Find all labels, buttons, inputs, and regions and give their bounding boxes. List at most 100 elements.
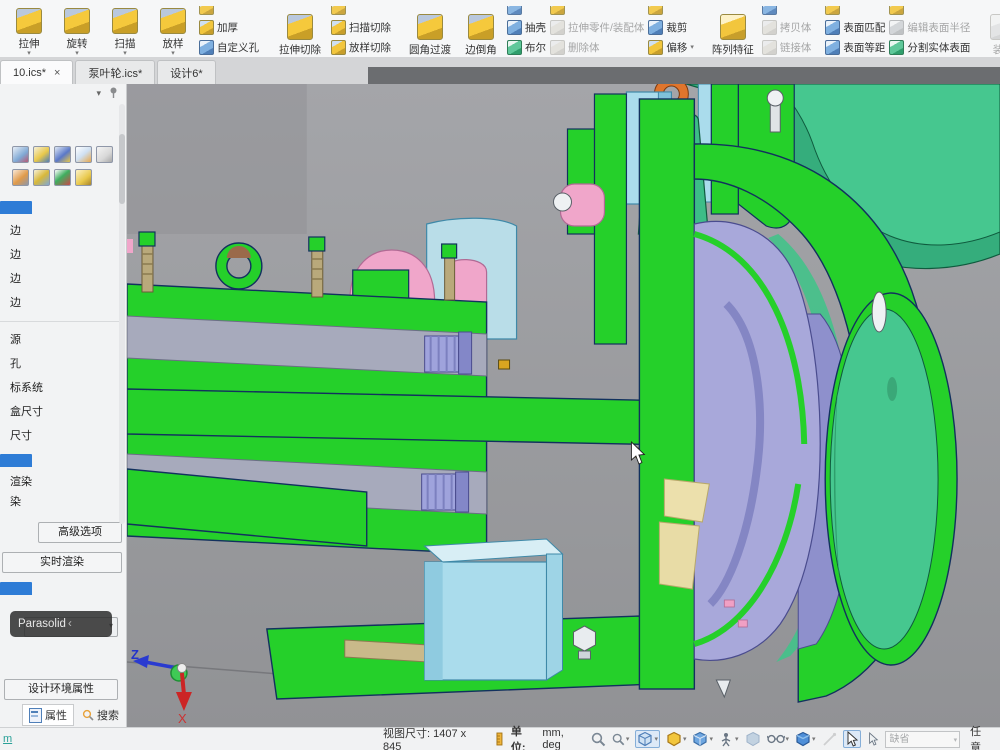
loft-cut-button[interactable]: 放样切除 (331, 37, 391, 57)
ribbon-toolbar: 拉伸 ▾ 旋转 ▾ 扫描 ▾ 放样 ▾ 加厚 自定义孔 (0, 0, 1000, 58)
snap-mode-label[interactable]: 任意 (970, 723, 992, 750)
clipped-button[interactable] (648, 6, 693, 17)
pin-icon[interactable] (109, 87, 118, 99)
tab-label: 10.ics* (13, 67, 46, 79)
zoom-out-icon[interactable]: ▾ (612, 733, 630, 746)
chevron-down-icon[interactable]: ▾ (654, 735, 658, 743)
trim-button[interactable]: 裁剪 (648, 17, 693, 37)
tab-10ics[interactable]: 10.ics* × (0, 60, 73, 84)
tab-search[interactable]: 搜索 (76, 705, 125, 725)
tree-item[interactable]: 孔 (0, 352, 126, 376)
chamfer-label: 边倒角 (465, 42, 497, 57)
ribbon-group-assembly: 装配 解除装配 (977, 0, 1000, 57)
material-shield-icon[interactable] (54, 146, 71, 163)
chevron-down-icon[interactable]: ▾ (690, 43, 694, 51)
tree-item-selected[interactable] (0, 453, 126, 467)
regenerate-icon[interactable] (33, 146, 50, 163)
pattern-feature-button[interactable]: 阵列特征 (706, 0, 760, 57)
boolean-icon (507, 40, 522, 55)
clipped-button[interactable] (199, 6, 259, 17)
cursor-arrow-icon[interactable] (867, 732, 879, 746)
shell-button[interactable]: 抽壳 (507, 17, 546, 37)
viewport-canvas[interactable]: Z X (127, 84, 1000, 728)
scrollbar-thumb[interactable] (119, 134, 125, 204)
tree-item[interactable]: 边 (0, 267, 126, 291)
display-style-icon[interactable] (12, 146, 29, 163)
clipped-button[interactable] (507, 6, 546, 17)
viewport-3d[interactable]: Z X (127, 84, 1000, 728)
chevron-down-icon[interactable]: ▾ (626, 735, 630, 743)
tree-item[interactable]: 边 (0, 291, 126, 315)
shaded-cube-icon[interactable]: ▾ (795, 731, 816, 747)
view-extent-button[interactable]: ▾ (635, 730, 660, 748)
boolean-button[interactable]: 布尔 (507, 37, 546, 57)
frame-icon[interactable] (96, 146, 113, 163)
triad-z-label: Z (131, 647, 139, 662)
surface-offset-icon (825, 40, 840, 55)
pattern-feature-icon (720, 14, 746, 40)
tab-label: 设计6* (170, 65, 202, 81)
chamfer-button[interactable]: 边倒角 (457, 0, 505, 57)
wireframe-cube-icon[interactable]: ▾ (692, 731, 713, 747)
split-surface-button[interactable]: 分割实体表面 (889, 37, 970, 57)
ribbon-col-thicken: 加厚 自定义孔 (199, 0, 259, 57)
surface-offset-button[interactable]: 表面等距 (825, 37, 885, 57)
discharge-flange[interactable] (825, 292, 957, 665)
tree-item[interactable]: 标系统 (0, 376, 126, 400)
sweep-cut-button[interactable]: 扫描切除 (331, 17, 391, 37)
edit-sketch-icon[interactable] (75, 146, 92, 163)
tree-item-selected[interactable] (0, 581, 126, 595)
chevron-down-icon[interactable]: ▾ (786, 735, 790, 743)
triad-axes-icon[interactable] (54, 169, 71, 186)
statusbar: m 视图尺寸: 1407 x 845 单位: mm, deg ▾ ▾ ▾ ▾ ▾… (0, 727, 1000, 750)
walk-axis-icon[interactable]: ▾ (719, 732, 739, 747)
extrude-button[interactable]: 拉伸 ▾ (5, 0, 53, 57)
extrude-cut-button[interactable]: 拉伸切除 (271, 0, 329, 57)
offset-button[interactable]: 偏移 ▾ (648, 37, 693, 57)
revolve-button[interactable]: 旋转 ▾ (53, 0, 101, 57)
surface-match-button[interactable]: 表面匹配 (825, 17, 885, 37)
sweep-button[interactable]: 扫描 ▾ (101, 0, 149, 57)
clipped-button[interactable] (825, 6, 885, 17)
clipped-button[interactable] (889, 6, 970, 17)
tree-item[interactable]: 渲染 (0, 472, 126, 492)
clipped-button[interactable] (550, 6, 644, 17)
chevron-down-icon[interactable]: ▾ (812, 735, 816, 743)
solid-block-icon[interactable] (75, 169, 92, 186)
tree-item[interactable]: 边 (0, 219, 126, 243)
tree-item[interactable]: 染 (0, 492, 126, 512)
ghost-cube-icon[interactable] (745, 731, 761, 747)
chevron-down-icon[interactable]: ▾ (709, 735, 713, 743)
tree-item[interactable]: 边 (0, 243, 126, 267)
clipped-button[interactable] (762, 6, 812, 17)
advanced-options-button[interactable]: 高级选项 (38, 522, 122, 543)
close-icon[interactable]: × (54, 67, 60, 79)
chevron-down-icon[interactable]: ▾ (735, 735, 739, 743)
shade-box-icon[interactable]: ▾ (666, 731, 687, 747)
component-box-icon[interactable] (33, 169, 50, 186)
glasses-icon[interactable]: ▾ (767, 733, 790, 745)
design-env-properties-button[interactable]: 设计环境属性 (4, 679, 118, 700)
chevron-down-icon[interactable]: ▾ (683, 735, 687, 743)
chevron-down-icon[interactable]: ▾ (96, 88, 101, 99)
grid-calc-icon[interactable] (12, 169, 29, 186)
pick-arrow-button[interactable] (843, 730, 861, 748)
custom-hole-button[interactable]: 自定义孔 (199, 37, 259, 57)
tab-pump-impeller[interactable]: 泵叶轮.ics* (75, 60, 155, 84)
tree-item[interactable]: 尺寸 (0, 424, 126, 448)
zoom-in-icon[interactable] (591, 732, 606, 747)
assemble-icon (990, 14, 1000, 40)
tree-item[interactable]: 盒尺寸 (0, 400, 126, 424)
copy-body-icon (762, 20, 777, 35)
tab-properties[interactable]: 属性 (22, 704, 74, 726)
thicken-button[interactable]: 加厚 (199, 17, 259, 37)
fillet-button[interactable]: 圆角过渡 (403, 0, 457, 57)
tab-design6[interactable]: 设计6* (157, 60, 215, 84)
tree-item-selected[interactable] (0, 200, 126, 214)
loft-button[interactable]: 放样 ▾ (149, 0, 197, 57)
statusbar-left-fragment[interactable]: m (3, 733, 383, 745)
clipped-button[interactable] (331, 6, 391, 17)
panel-scrollbar[interactable] (119, 104, 125, 524)
realtime-render-button[interactable]: 实时渲染 (2, 552, 122, 573)
tree-item[interactable]: 源 (0, 328, 126, 352)
